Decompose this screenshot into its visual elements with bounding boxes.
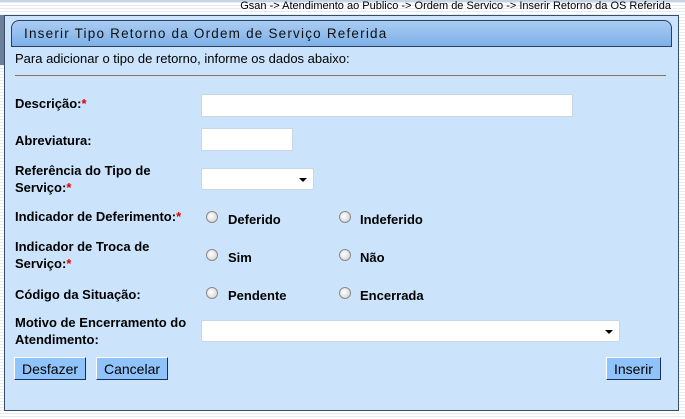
descricao-label: Descrição:* bbox=[15, 95, 87, 112]
motivo-label: Motivo de Encerramento do Atendimento: bbox=[15, 314, 186, 348]
referencia-label: Referência do Tipo de Serviço:* bbox=[15, 162, 151, 196]
required-mark: * bbox=[66, 180, 72, 195]
pendente-label: Pendente bbox=[228, 288, 287, 303]
encerrada-radio[interactable] bbox=[339, 287, 351, 299]
situacao-label: Código da Situação: bbox=[15, 287, 141, 302]
label-text: Descrição: bbox=[15, 96, 82, 111]
deferimento-label: Indicador de Deferimento:* bbox=[15, 208, 181, 225]
desfazer-button[interactable]: Desfazer bbox=[14, 357, 87, 380]
motivo-select[interactable] bbox=[201, 320, 620, 342]
intro-text: Para adicionar o tipo de retorno, inform… bbox=[15, 51, 350, 66]
label-text: Atendimento: bbox=[15, 332, 99, 347]
encerrada-label: Encerrada bbox=[360, 288, 424, 303]
abreviatura-label: Abreviatura: bbox=[15, 133, 92, 148]
label-text: Indicador de Troca de bbox=[15, 239, 150, 254]
page-title: Inserir Tipo Retorno da Ordem de Serviço… bbox=[24, 26, 388, 41]
sim-label: Sim bbox=[228, 250, 252, 265]
breadcrumb: Gsan -> Atendimento ao Publico -> Ordem … bbox=[240, 0, 671, 12]
referencia-select[interactable] bbox=[201, 168, 314, 190]
label-text: Motivo de Encerramento do bbox=[15, 315, 187, 330]
cancelar-button[interactable]: Cancelar bbox=[96, 357, 169, 380]
descricao-input[interactable] bbox=[201, 94, 573, 117]
required-mark: * bbox=[81, 96, 87, 111]
label-text: Referência do Tipo de bbox=[15, 163, 151, 178]
required-mark: * bbox=[176, 209, 182, 224]
deferido-radio[interactable] bbox=[206, 211, 218, 223]
form-panel: Inserir Tipo Retorno da Ordem de Serviço… bbox=[4, 15, 679, 411]
indeferido-label: Indeferido bbox=[360, 212, 423, 227]
sim-radio[interactable] bbox=[206, 249, 218, 261]
label-text: Indicador de Deferimento: bbox=[15, 209, 177, 224]
divider bbox=[15, 75, 666, 77]
chevron-down-icon bbox=[605, 330, 613, 334]
chevron-down-icon bbox=[299, 178, 307, 182]
pendente-radio[interactable] bbox=[206, 287, 218, 299]
label-text: Serviço: bbox=[15, 256, 67, 271]
nao-radio[interactable] bbox=[339, 249, 351, 261]
abreviatura-input[interactable] bbox=[201, 128, 293, 151]
deferido-label: Deferido bbox=[228, 212, 281, 227]
required-mark: * bbox=[66, 256, 72, 271]
troca-label: Indicador de Troca de Serviço:* bbox=[15, 238, 149, 272]
indeferido-radio[interactable] bbox=[339, 211, 351, 223]
panel-header: Inserir Tipo Retorno da Ordem de Serviço… bbox=[11, 20, 672, 47]
label-text: Serviço: bbox=[15, 180, 67, 195]
inserir-button[interactable]: Inserir bbox=[606, 357, 661, 380]
nao-label: Não bbox=[360, 250, 385, 265]
